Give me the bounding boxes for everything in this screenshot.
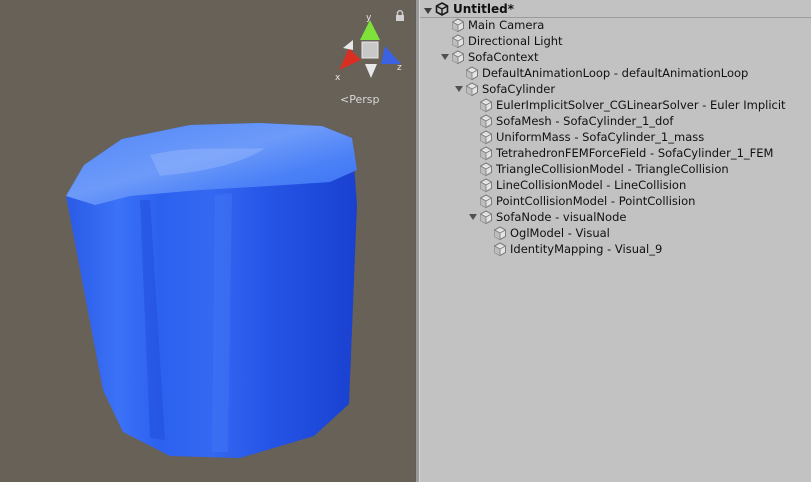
hierarchy-item[interactable]: IdentityMapping - Visual_9	[420, 241, 811, 257]
hierarchy-item[interactable]: Main Camera	[420, 17, 811, 33]
hierarchy-item[interactable]: SofaNode - visualNode	[420, 209, 811, 225]
hierarchy-item-label: UniformMass - SofaCylinder_1_mass	[496, 130, 705, 144]
projection-toggle[interactable]: <Persp	[340, 93, 379, 106]
gameobject-cube-icon	[494, 226, 506, 240]
gameobject-cube-icon	[480, 194, 492, 208]
gameobject-cube-icon	[494, 242, 506, 256]
chevron-left-icon: <	[340, 93, 350, 106]
hierarchy-item-label: DefaultAnimationLoop - defaultAnimationL…	[482, 66, 749, 80]
z-axis-label: z	[397, 63, 402, 73]
hierarchy-item[interactable]: OglModel - Visual	[420, 225, 811, 241]
hierarchy-item[interactable]: DefaultAnimationLoop - defaultAnimationL…	[420, 65, 811, 81]
hierarchy-item-label: Main Camera	[468, 18, 545, 32]
hierarchy-item-label: SofaContext	[468, 50, 539, 64]
gameobject-cube-icon	[480, 162, 492, 176]
lock-icon[interactable]	[395, 10, 405, 21]
hierarchy-panel: Untitled* Main Camera Directional Light So…	[420, 0, 811, 482]
hierarchy-item[interactable]: SofaCylinder	[420, 81, 811, 97]
gameobject-cube-icon	[480, 98, 492, 112]
hierarchy-item-label: SofaMesh - SofaCylinder_1_dof	[496, 114, 674, 128]
hierarchy-item-label: TetrahedronFEMForceField - SofaCylinder_…	[496, 146, 774, 160]
hierarchy-item[interactable]: TetrahedronFEMForceField - SofaCylinder_…	[420, 145, 811, 161]
gameobject-cube-icon	[466, 66, 478, 80]
hierarchy-item[interactable]: SofaContext	[420, 49, 811, 65]
gameobject-cube-icon	[480, 130, 492, 144]
hierarchy-item-label: SofaCylinder	[482, 82, 556, 96]
center-cube[interactable]	[361, 41, 379, 59]
gameobject-cube-icon	[452, 50, 464, 64]
gameobject-cube-icon	[452, 18, 464, 32]
hierarchy-item-label: LineCollisionModel - LineCollision	[496, 178, 687, 192]
hierarchy-item-label: TriangleCollisionModel - TriangleCollisi…	[496, 162, 729, 176]
hierarchy-item-label: EulerImplicitSolver_CGLinearSolver - Eul…	[496, 98, 786, 112]
gameobject-cube-icon	[480, 178, 492, 192]
gameobject-cube-icon	[452, 34, 464, 48]
expand-arrow-icon[interactable]	[439, 49, 450, 65]
hierarchy-item[interactable]: UniformMass - SofaCylinder_1_mass	[420, 129, 811, 145]
hierarchy-item-label: OglModel - Visual	[510, 226, 610, 240]
fold-arrow-icon[interactable]	[423, 2, 434, 14]
y-axis-label: y	[366, 14, 372, 23]
scene-header[interactable]: Untitled*	[420, 0, 811, 18]
hierarchy-item-label: SofaNode - visualNode	[496, 210, 627, 224]
z-axis-cone[interactable]	[381, 46, 401, 64]
hierarchy-item-label: PointCollisionModel - PointCollision	[496, 194, 696, 208]
hierarchy-item[interactable]: Directional Light	[420, 33, 811, 49]
gameobject-cube-icon	[480, 210, 492, 224]
x-axis-cone[interactable]	[339, 48, 361, 70]
gameobject-cube-icon	[480, 114, 492, 128]
x-axis-label: x	[335, 73, 341, 83]
hierarchy-item-label: IdentityMapping - Visual_9	[510, 242, 663, 256]
scene-title: Untitled*	[453, 2, 514, 16]
unity-logo-icon	[435, 1, 449, 16]
hierarchy-item[interactable]: TriangleCollisionModel - TriangleCollisi…	[420, 161, 811, 177]
y-axis-cone[interactable]	[360, 20, 380, 40]
gameobject-cube-icon	[466, 82, 478, 96]
hierarchy-item-label: Directional Light	[468, 34, 563, 48]
gameobject-cube-icon	[480, 146, 492, 160]
expand-arrow-icon[interactable]	[453, 81, 464, 97]
scene-view[interactable]: y x z <Persp	[0, 0, 415, 482]
projection-label: Persp	[349, 93, 380, 106]
hierarchy-item[interactable]: LineCollisionModel - LineCollision	[420, 177, 811, 193]
hierarchy-item[interactable]: SofaMesh - SofaCylinder_1_dof	[420, 113, 811, 129]
orientation-gizmo[interactable]: y x z	[333, 14, 407, 86]
hierarchy-item[interactable]: PointCollisionModel - PointCollision	[420, 193, 811, 209]
expand-arrow-icon[interactable]	[467, 209, 478, 225]
hierarchy-item[interactable]: EulerImplicitSolver_CGLinearSolver - Eul…	[420, 97, 811, 113]
